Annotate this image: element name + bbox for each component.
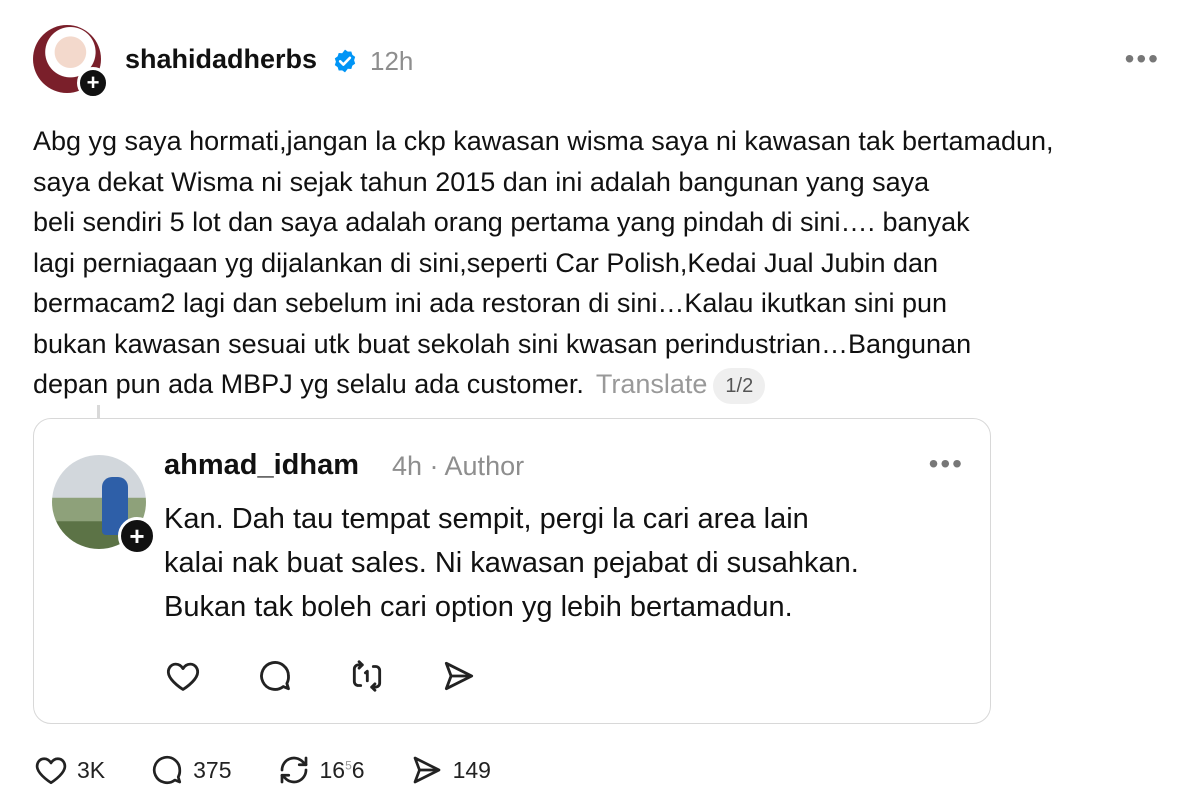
author-avatar[interactable]: +: [33, 25, 109, 99]
like-stat[interactable]: 3K: [33, 752, 105, 788]
reply-body-line: kalai nak buat sales. Ni kawasan pejabat…: [164, 547, 859, 579]
follow-plus-icon[interactable]: +: [77, 67, 109, 99]
post-body-line: bukan kawasan sesuai utk buat sekolah si…: [33, 328, 972, 359]
reply-username[interactable]: ahmad_idham: [164, 449, 359, 482]
reply-more-options-icon[interactable]: •••: [929, 450, 964, 478]
post-body-line: depan pun ada MBPJ yg selalu ada custome…: [33, 369, 584, 399]
post-body: Abg yg saya hormati,jangan la ckp kawasa…: [33, 121, 1163, 405]
reply-timestamp-author: 4h · Author: [392, 451, 525, 481]
repost-count-ticker-bottom: 6: [351, 756, 365, 783]
heart-icon[interactable]: [162, 655, 204, 697]
comment-icon[interactable]: [254, 655, 296, 697]
post-body-last-line: depan pun ada MBPJ yg selalu ada custome…: [33, 364, 1163, 405]
quoted-reply-card[interactable]: + ahmad_idham 4h · Author ••• Kan. Dah t…: [33, 418, 991, 724]
like-count: 3K: [77, 756, 106, 783]
share-count: 149: [452, 756, 491, 783]
reply-body: Kan. Dah tau tempat sempit, pergi la car…: [164, 497, 964, 629]
post-more-options-icon[interactable]: •••: [1125, 45, 1160, 73]
threads-post: + shahidadherbs 12h ••• Abg yg saya horm…: [0, 0, 1200, 788]
repost-icon: [280, 756, 307, 784]
heart-icon: [35, 757, 67, 785]
post-body-line: lagi perniagaan yg dijalankan di sini,se…: [33, 247, 939, 278]
verified-badge-icon: [334, 49, 356, 73]
comment-count: 375: [193, 756, 232, 783]
post-body-line: bermacam2 lagi dan sebelum ini ada resto…: [33, 288, 948, 318]
follow-plus-icon[interactable]: +: [118, 517, 156, 555]
share-icon[interactable]: [438, 655, 480, 697]
reply-action-bar: [162, 655, 480, 697]
translate-link[interactable]: Translate: [596, 369, 708, 399]
reply-body-line: Kan. Dah tau tempat sempit, pergi la car…: [164, 503, 809, 535]
repost-stat[interactable]: 1656: [276, 752, 365, 788]
repost-count: 1656: [320, 757, 365, 784]
comment-stat[interactable]: 375: [149, 752, 232, 788]
post-username[interactable]: shahidadherbs: [125, 44, 317, 75]
post-timestamp: 12h: [370, 46, 414, 76]
reply-author-avatar[interactable]: +: [52, 455, 156, 555]
repost-count-main: 16: [319, 756, 346, 783]
post-body-line: beli sendiri 5 lot dan saya adalah orang…: [33, 207, 970, 237]
repost-count-ticker-top: 5: [345, 757, 352, 772]
post-body-line: Abg yg saya hormati,jangan la ckp kawasa…: [33, 126, 1054, 156]
post-body-line: saya dekat Wisma ni sejak tahun 2015 dan…: [33, 166, 930, 197]
reply-body-line: Bukan tak boleh cari option yg lebih ber…: [164, 591, 793, 623]
share-stat[interactable]: 149: [409, 752, 491, 788]
repost-icon[interactable]: [346, 655, 388, 697]
post-stats-bar: 3K 375 1656 149: [33, 752, 535, 788]
page-indicator-badge: 1/2: [713, 367, 766, 404]
comment-icon: [153, 755, 182, 785]
share-icon: [413, 756, 440, 784]
